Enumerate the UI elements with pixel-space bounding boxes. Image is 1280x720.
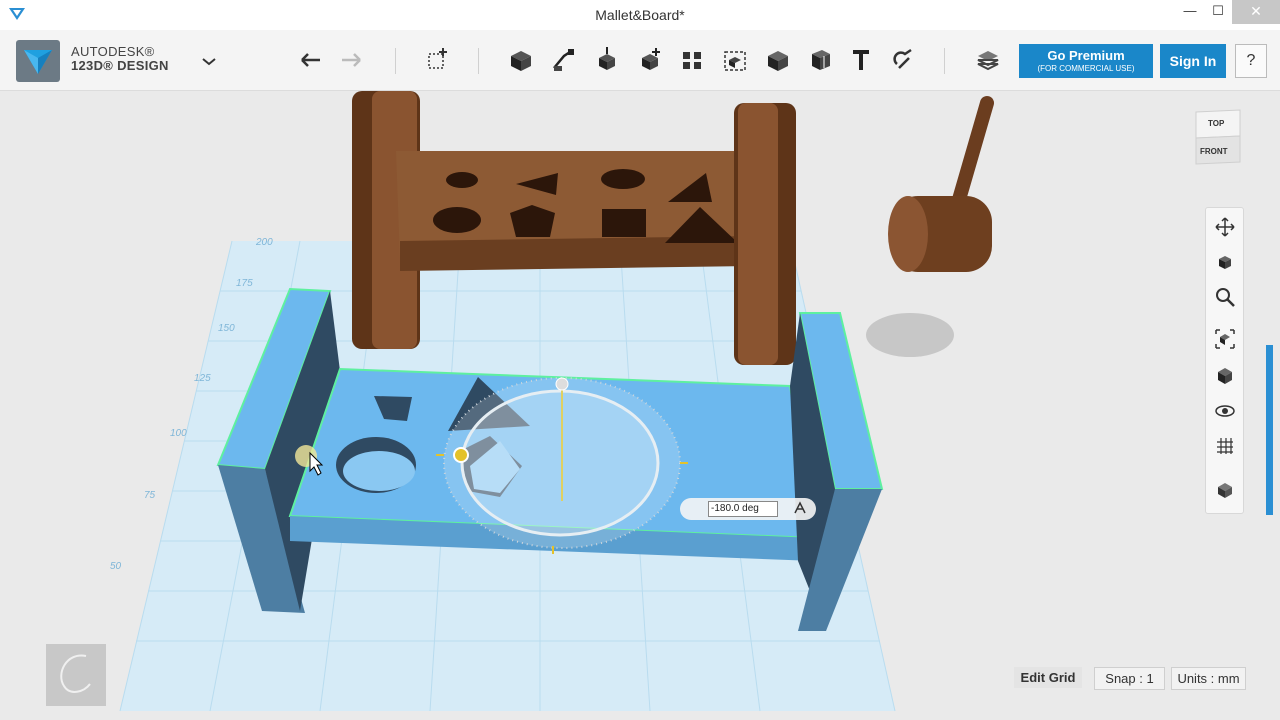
view-icon[interactable]: [1214, 364, 1236, 386]
view-cube-top-label: TOP: [1208, 119, 1225, 128]
grid-label-50: 50: [110, 561, 122, 572]
transform-icon[interactable]: [421, 44, 453, 76]
view-cube-front-label: FRONT: [1200, 147, 1228, 156]
zoom-icon[interactable]: [1214, 286, 1236, 308]
close-button[interactable]: ✕: [1232, 0, 1280, 24]
grouping-icon[interactable]: [719, 44, 751, 76]
go-premium-button[interactable]: Go Premium (FOR COMMERCIAL USE): [1019, 44, 1153, 78]
grid-label-125: 125: [194, 373, 211, 384]
undo-icon[interactable]: [294, 44, 326, 76]
construct-icon[interactable]: [591, 44, 623, 76]
watermark-logo: [46, 644, 106, 706]
grid-label-200: 200: [255, 237, 273, 248]
scene-canvas[interactable]: 200 175 150 125 100 75 50: [0, 91, 1280, 720]
material-view-icon[interactable]: [1214, 478, 1236, 500]
angle-snap-icon[interactable]: [793, 501, 807, 520]
grid-view-icon[interactable]: [1214, 434, 1236, 456]
material-icon[interactable]: [972, 44, 1004, 76]
maximize-button[interactable]: ☐: [1204, 0, 1232, 24]
minimize-button[interactable]: —: [1176, 0, 1204, 24]
brand-name: AUTODESK® 123D® DESIGN: [71, 45, 169, 73]
redo-icon[interactable]: [336, 44, 368, 76]
sign-in-button[interactable]: Sign In: [1160, 44, 1226, 78]
scroll-indicator[interactable]: [1266, 345, 1273, 515]
combine-icon[interactable]: [762, 44, 794, 76]
rotate-angle-panel: -180.0 deg: [680, 498, 816, 520]
window-title: Mallet&Board*: [595, 7, 685, 23]
go-premium-sublabel: (FOR COMMERCIAL USE): [1037, 64, 1135, 73]
measure-icon[interactable]: [804, 44, 836, 76]
chevron-down-icon[interactable]: [202, 53, 216, 71]
pan-icon[interactable]: [1214, 216, 1236, 238]
rotate-angle-input[interactable]: -180.0 deg: [708, 501, 778, 517]
grid-label-100: 100: [170, 428, 187, 439]
edit-grid-button[interactable]: Edit Grid: [1014, 667, 1082, 688]
grid-label-75: 75: [144, 490, 156, 501]
sketch-icon[interactable]: [548, 44, 580, 76]
modify-icon[interactable]: [634, 44, 666, 76]
pattern-icon[interactable]: [676, 44, 708, 76]
navigation-bar: [1205, 207, 1244, 514]
help-button[interactable]: ?: [1235, 44, 1267, 78]
primitives-icon[interactable]: [505, 44, 537, 76]
main-toolbar: AUTODESK® 123D® DESIGN Go Premium (FOR C…: [0, 30, 1280, 91]
brand-line-1: AUTODESK®: [71, 44, 155, 59]
snap-icon[interactable]: [887, 44, 919, 76]
window-titlebar: Mallet&Board* — ☐ ✕: [0, 0, 1280, 30]
orbit-icon[interactable]: [1214, 251, 1236, 273]
snap-button[interactable]: Snap : 1: [1094, 667, 1165, 690]
3d-viewport[interactable]: 200 175 150 125 100 75 50 TOP FRONT -180…: [0, 91, 1280, 720]
grid-label-175: 175: [236, 278, 253, 289]
go-premium-label: Go Premium: [1047, 48, 1125, 63]
mallet-model[interactable]: [888, 96, 994, 272]
fit-icon[interactable]: [1214, 328, 1236, 350]
text-icon[interactable]: [845, 44, 877, 76]
grid-label-150: 150: [218, 323, 235, 334]
visibility-icon[interactable]: [1214, 400, 1236, 422]
app-logo[interactable]: [16, 40, 60, 82]
units-button[interactable]: Units : mm: [1171, 667, 1246, 690]
brand-line-2: 123D® DESIGN: [71, 58, 169, 73]
view-cube[interactable]: TOP FRONT: [1194, 108, 1242, 168]
